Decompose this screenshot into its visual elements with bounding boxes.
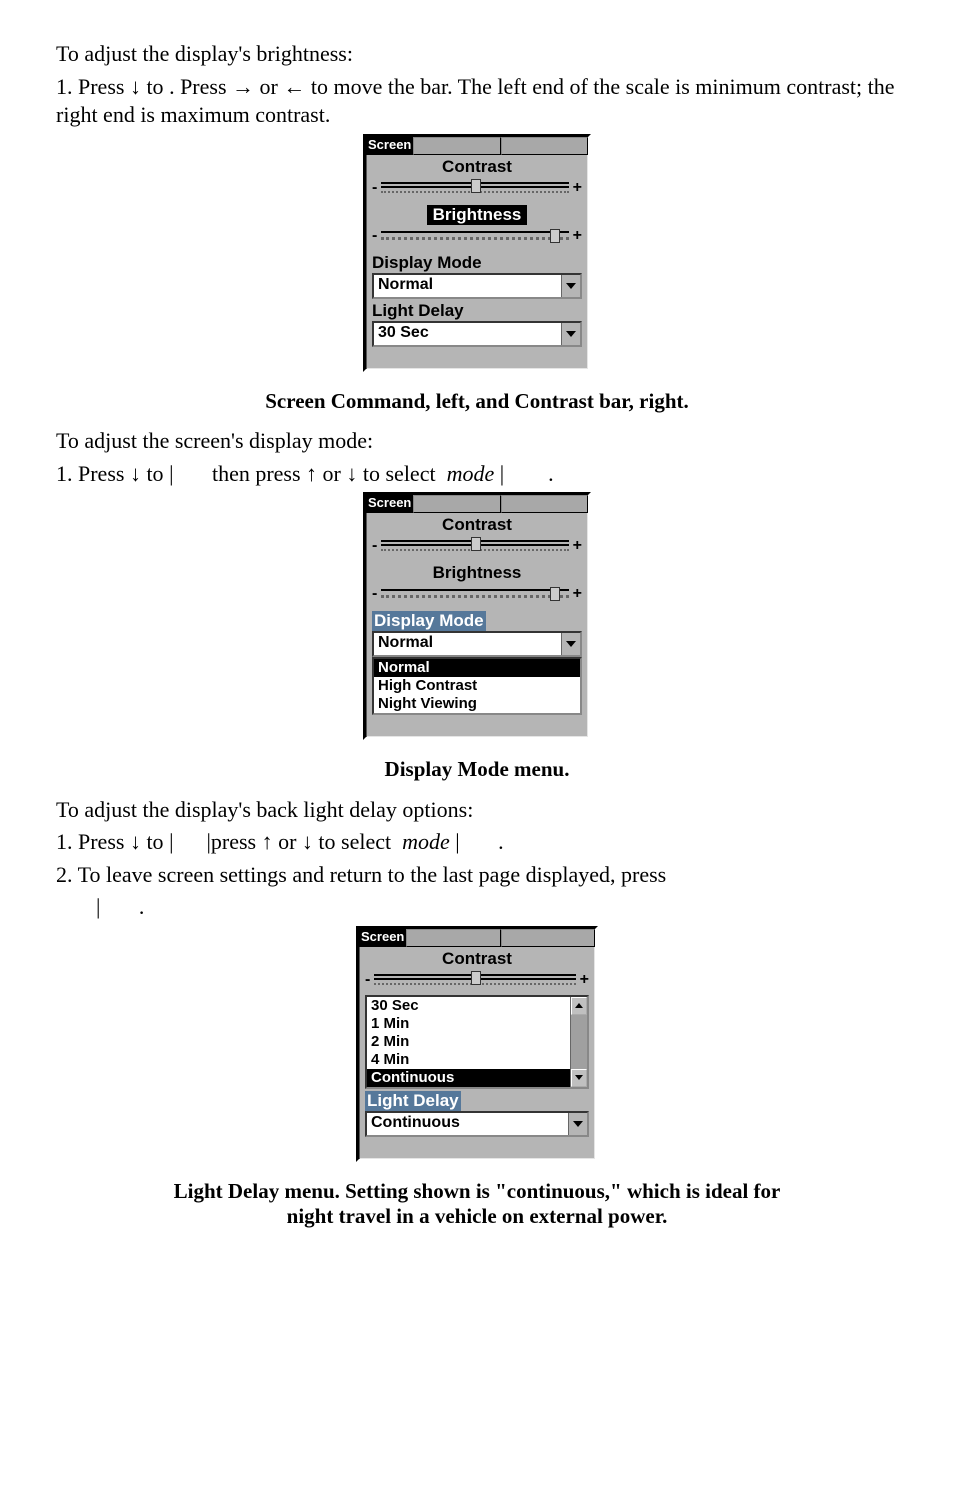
brightness-label: Brightness — [372, 205, 582, 225]
minus-icon: - — [372, 179, 377, 197]
contrast-label: Contrast — [372, 515, 582, 535]
text: 1. Press ↓ to — [56, 74, 169, 99]
tab-screen[interactable]: Screen — [366, 495, 413, 513]
text: | . — [500, 461, 554, 486]
text: 1. Press ↓ to — [56, 829, 169, 854]
display-mode-value: Normal — [374, 633, 561, 655]
contrast-label: Contrast — [365, 949, 589, 969]
tab-placeholder[interactable] — [406, 929, 500, 947]
tab-placeholder[interactable] — [501, 929, 595, 947]
light-delay-options[interactable]: 30 Sec 1 Min 2 Min 4 Min Continuous — [365, 995, 589, 1089]
lightdelay-step2: 2. To leave screen settings and return t… — [56, 861, 898, 890]
display-mode-label: Display Mode — [372, 253, 582, 273]
plus-icon: + — [573, 227, 582, 245]
text-mode: mode — [447, 461, 495, 486]
minus-icon: - — [372, 537, 377, 555]
lightdelay-step1: 1. Press ↓ to | |press ↑ or ↓ to select … — [56, 828, 898, 857]
light-delay-dropdown[interactable]: 30 Sec — [372, 321, 582, 347]
brightness-slider[interactable]: - + — [372, 585, 582, 603]
tab-screen[interactable]: Screen — [366, 137, 413, 155]
tab-placeholder[interactable] — [413, 495, 500, 513]
minus-icon: - — [372, 585, 377, 603]
lightdelay-step2b: | . — [56, 893, 898, 922]
figure1-caption: Screen Command, left, and Contrast bar, … — [56, 388, 898, 415]
brightness-step1: 1. Press ↓ to . Press → or ← to move the… — [56, 73, 898, 130]
scroll-down-icon[interactable] — [571, 1069, 587, 1087]
text: | . — [455, 829, 503, 854]
plus-icon: + — [573, 179, 582, 197]
option-4min[interactable]: 4 Min — [367, 1051, 570, 1069]
minus-icon: - — [372, 227, 377, 245]
scroll-up-icon[interactable] — [571, 997, 587, 1015]
light-delay-dropdown[interactable]: Continuous — [365, 1111, 589, 1137]
display-mode-dropdown[interactable]: Normal — [372, 273, 582, 299]
option-2min[interactable]: 2 Min — [367, 1033, 570, 1051]
display-mode-options[interactable]: Normal High Contrast Night Viewing — [372, 657, 582, 715]
lightdelay-intro: To adjust the display's back light delay… — [56, 796, 898, 825]
light-delay-value: 30 Sec — [374, 323, 561, 345]
screen-panel-3: Screen Contrast - + 30 Sec 1 Min — [356, 926, 598, 1162]
contrast-slider[interactable]: - + — [372, 537, 582, 555]
plus-icon: + — [580, 971, 589, 989]
text: | |press ↑ or ↓ to select — [169, 829, 397, 854]
light-delay-value: Continuous — [367, 1113, 568, 1135]
figure3-caption-line2: night travel in a vehicle on external po… — [56, 1203, 898, 1230]
tab-placeholder[interactable] — [501, 495, 588, 513]
light-delay-label: Light Delay — [365, 1091, 589, 1111]
text: 1. Press ↓ to — [56, 461, 169, 486]
option-continuous[interactable]: Continuous — [367, 1069, 570, 1087]
display-mode-value: Normal — [374, 275, 561, 297]
scroll-track[interactable] — [571, 1015, 587, 1069]
contrast-slider[interactable]: - + — [365, 971, 589, 989]
figure3-caption-line1: Light Delay menu. Setting shown is "cont… — [56, 1178, 898, 1205]
display-mode-label: Display Mode — [372, 611, 582, 631]
minus-icon: - — [365, 971, 370, 989]
text-mode: mode — [402, 829, 450, 854]
option-1min[interactable]: 1 Min — [367, 1015, 570, 1033]
chevron-down-icon[interactable] — [561, 633, 580, 655]
text: | then press ↑ or ↓ to select — [169, 461, 441, 486]
screen-panel-2: Screen Contrast - + Brightness - — [363, 492, 591, 740]
option-30sec[interactable]: 30 Sec — [367, 997, 570, 1015]
tab-placeholder[interactable] — [501, 137, 588, 155]
figure2-caption: Display Mode menu. — [56, 756, 898, 783]
plus-icon: + — [573, 585, 582, 603]
contrast-slider[interactable]: - + — [372, 179, 582, 197]
chevron-down-icon[interactable] — [561, 275, 580, 297]
brightness-intro: To adjust the display's brightness: — [56, 40, 898, 69]
contrast-label: Contrast — [372, 157, 582, 177]
brightness-slider[interactable]: - + — [372, 227, 582, 245]
displaymode-intro: To adjust the screen's display mode: — [56, 427, 898, 456]
plus-icon: + — [573, 537, 582, 555]
screen-panel-1: Screen Contrast - + Brightness - — [363, 134, 591, 372]
display-mode-dropdown[interactable]: Normal — [372, 631, 582, 657]
tab-placeholder[interactable] — [413, 137, 500, 155]
scrollbar[interactable] — [570, 997, 587, 1087]
brightness-label: Brightness — [372, 563, 582, 583]
option-night-viewing[interactable]: Night Viewing — [374, 695, 580, 713]
light-delay-label: Light Delay — [372, 301, 582, 321]
text: . Press → or ← to move the bar. The left… — [56, 74, 895, 128]
tab-screen[interactable]: Screen — [359, 929, 406, 947]
chevron-down-icon[interactable] — [568, 1113, 587, 1135]
displaymode-step1: 1. Press ↓ to | then press ↑ or ↓ to sel… — [56, 460, 898, 489]
chevron-down-icon[interactable] — [561, 323, 580, 345]
option-high-contrast[interactable]: High Contrast — [374, 677, 580, 695]
option-normal[interactable]: Normal — [374, 659, 580, 677]
